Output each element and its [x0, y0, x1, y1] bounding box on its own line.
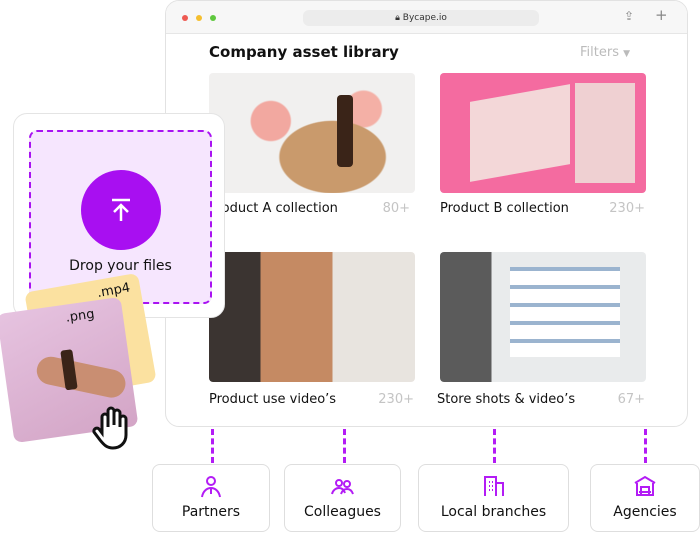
maximize-dot[interactable] [210, 15, 216, 21]
new-tab-icon[interactable]: + [655, 6, 668, 24]
destination-label: Agencies [613, 504, 677, 520]
upload-arrow-icon [112, 198, 130, 221]
asset-label[interactable]: Product B collection [440, 201, 569, 216]
asset-count: 80+ [382, 201, 410, 216]
asset-thumbnail-product-b[interactable] [440, 73, 646, 193]
building-icon [483, 476, 504, 496]
url-text: Bycape.io [402, 13, 447, 23]
destination-partners[interactable]: Partners [152, 464, 270, 532]
person-icon [201, 476, 221, 498]
dropzone-label: Drop your files [69, 258, 172, 274]
browser-toolbar: 🔒︎ Bycape.io ⇪ + [166, 1, 687, 34]
destination-label: Partners [181, 504, 241, 520]
asset-thumbnail-product-a[interactable] [209, 73, 415, 193]
filters-label: Filters [580, 45, 619, 60]
asset-label[interactable]: Product use video’s [209, 392, 336, 407]
asset-count: 67+ [617, 392, 645, 407]
destination-colleagues[interactable]: Colleagues [284, 464, 401, 532]
file-extension: .png [64, 306, 96, 326]
asset-label[interactable]: Product A collection [209, 201, 338, 216]
chevron-down-icon: ▼ [623, 49, 631, 59]
minimize-dot[interactable] [196, 15, 202, 21]
close-dot[interactable] [182, 15, 188, 21]
connector-line [343, 429, 346, 463]
connector-line [644, 429, 647, 463]
agency-icon [634, 475, 656, 496]
share-icon[interactable]: ⇪ [624, 9, 634, 23]
people-icon [330, 479, 354, 495]
asset-thumbnail-product-use[interactable] [209, 252, 415, 382]
address-bar[interactable]: 🔒︎ Bycape.io [303, 10, 539, 26]
destination-local-branches[interactable]: Local branches [418, 464, 569, 532]
connector-line [493, 429, 496, 463]
upload-button[interactable] [81, 170, 161, 250]
destination-agencies[interactable]: Agencies [590, 464, 700, 532]
connector-line [211, 429, 214, 463]
lock-icon: 🔒︎ [395, 13, 403, 23]
asset-label[interactable]: Store shots & video’s [437, 392, 575, 407]
destination-label: Colleagues [304, 504, 381, 520]
filters-dropdown[interactable]: Filters ▼ [580, 45, 630, 60]
grab-cursor-icon [92, 406, 128, 450]
asset-count: 230+ [378, 392, 414, 407]
page-title: Company asset library [209, 43, 399, 61]
asset-thumbnail-store[interactable] [440, 252, 646, 382]
destination-label: Local branches [440, 504, 547, 520]
asset-count: 230+ [609, 201, 645, 216]
